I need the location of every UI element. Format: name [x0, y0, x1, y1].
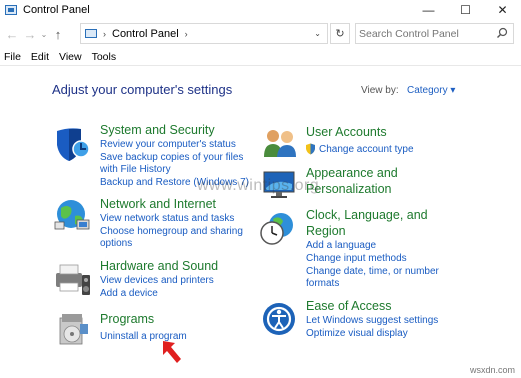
link-review-status[interactable]: Review your computer's status [100, 139, 236, 150]
printer-icon[interactable] [52, 259, 92, 297]
maximize-button[interactable]: ☐ [447, 0, 484, 20]
watermark: www.wintips.org [197, 177, 320, 194]
category-system-and-security[interactable]: System and Security [100, 123, 215, 137]
title-bar: Control Panel — ☐ ✕ [0, 0, 521, 20]
window-title: Control Panel [23, 4, 90, 16]
refresh-button[interactable]: ↻ [330, 23, 350, 44]
clock-globe-icon[interactable] [259, 211, 299, 247]
link-add-device[interactable]: Add a device [100, 288, 158, 299]
menu-file[interactable]: File [0, 51, 26, 63]
category-clock-line1[interactable]: Clock, Language, and [306, 208, 428, 222]
control-panel-icon [5, 5, 17, 15]
menu-view[interactable]: View [54, 51, 87, 63]
search-icon[interactable] [496, 27, 508, 39]
link-change-account-type[interactable]: Change account type [319, 144, 414, 155]
forward-button[interactable]: → [21, 27, 39, 42]
search-box [355, 23, 514, 44]
category-programs[interactable]: Programs [100, 312, 154, 326]
link-input-methods[interactable]: Change input methods [306, 253, 407, 264]
up-button[interactable]: ↑ [49, 27, 67, 42]
address-bar[interactable]: › Control Panel › ⌄ [80, 23, 328, 44]
breadcrumb-separator[interactable]: › [103, 29, 106, 39]
uac-shield-icon [306, 143, 315, 155]
close-button[interactable]: ✕ [484, 0, 521, 20]
menu-edit[interactable]: Edit [26, 51, 54, 63]
page-title: Adjust your computer's settings [52, 82, 233, 97]
globe-network-icon[interactable] [53, 196, 91, 234]
link-windows-suggest[interactable]: Let Windows suggest settings [306, 315, 438, 326]
annotation-arrow-icon [163, 341, 181, 363]
link-devices-printers[interactable]: View devices and printers [100, 275, 214, 286]
category-appearance-line1[interactable]: Appearance and [306, 166, 398, 180]
window-controls: — ☐ ✕ [410, 0, 521, 20]
link-save-backup[interactable]: Save backup copies of your files [100, 152, 243, 163]
link-network-status[interactable]: View network status and tasks [100, 213, 234, 224]
link-date-time-format-cont[interactable]: formats [306, 278, 339, 289]
link-homegroup-sharing-cont[interactable]: options [100, 238, 132, 249]
navigation-bar: ← → ⌄ ↑ › Control Panel › ⌄ ↻ [0, 22, 521, 46]
breadcrumb-trail-separator[interactable]: › [185, 29, 188, 39]
category-hardware-and-sound[interactable]: Hardware and Sound [100, 259, 218, 273]
link-add-language[interactable]: Add a language [306, 240, 376, 251]
ease-of-access-icon[interactable] [261, 301, 297, 337]
link-date-time-format[interactable]: Change date, time, or number [306, 266, 439, 277]
menu-bar: File Edit View Tools [0, 49, 121, 65]
link-save-backup-cont[interactable]: with File History [100, 164, 171, 175]
control-panel-icon [85, 29, 97, 38]
category-ease-of-access[interactable]: Ease of Access [306, 299, 391, 313]
corner-watermark: wsxdn.com [469, 365, 515, 375]
view-by-dropdown[interactable]: Category ▾ [407, 85, 455, 96]
category-network-and-internet[interactable]: Network and Internet [100, 197, 216, 211]
shield-icon[interactable] [53, 125, 91, 163]
menu-tools[interactable]: Tools [87, 51, 122, 63]
divider [0, 65, 521, 66]
link-homegroup-sharing[interactable]: Choose homegroup and sharing [100, 226, 243, 237]
category-user-accounts[interactable]: User Accounts [306, 125, 387, 139]
link-optimize-display[interactable]: Optimize visual display [306, 328, 408, 339]
category-clock-line2[interactable]: Region [306, 224, 346, 238]
users-icon[interactable] [262, 127, 298, 159]
programs-disc-icon[interactable] [56, 312, 90, 346]
back-button[interactable]: ← [3, 27, 21, 42]
search-input[interactable] [359, 27, 489, 40]
view-by-label: View by: [361, 85, 399, 96]
minimize-button[interactable]: — [410, 0, 447, 20]
breadcrumb[interactable]: Control Panel [112, 28, 179, 40]
address-dropdown-icon[interactable]: ⌄ [314, 29, 321, 38]
recent-locations-button[interactable]: ⌄ [39, 30, 49, 39]
